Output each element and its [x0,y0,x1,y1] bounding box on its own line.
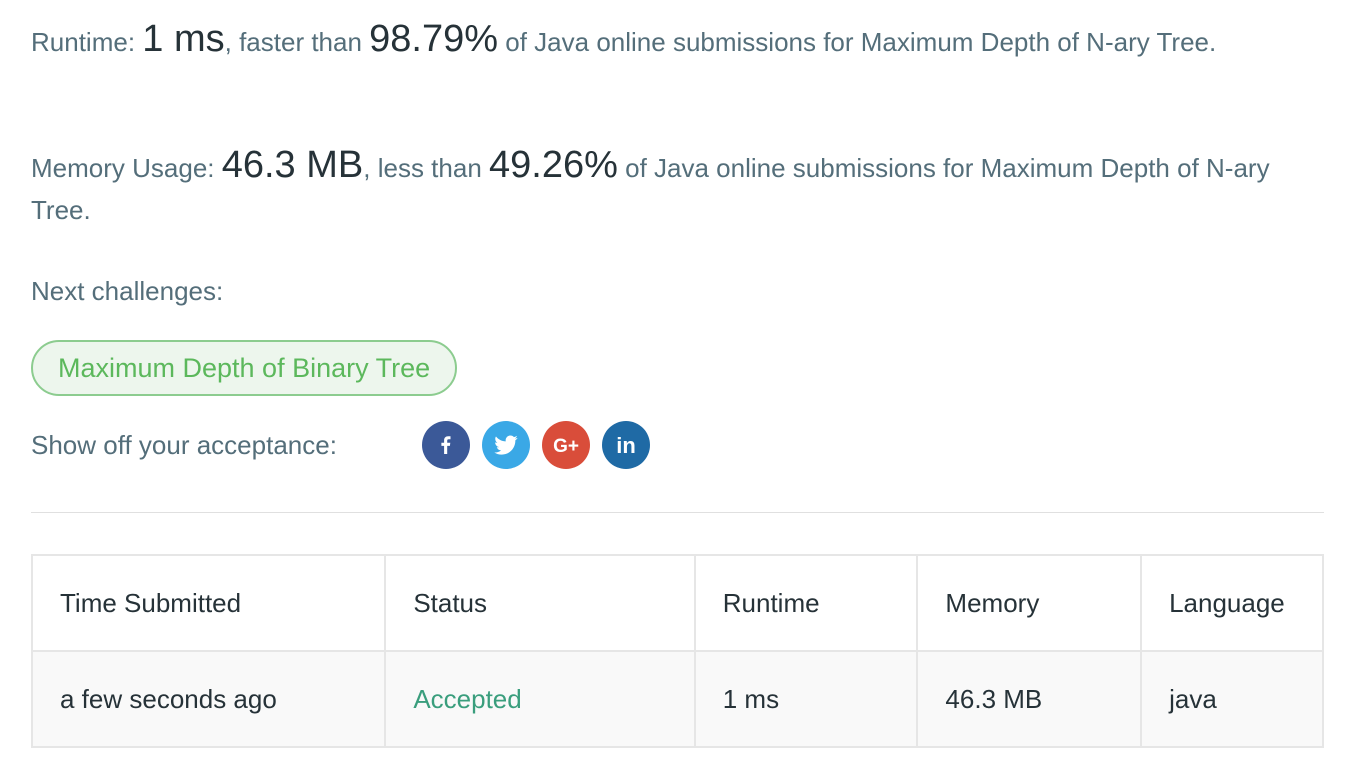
header-status: Status [384,554,696,652]
linkedin-share-button[interactable]: in [602,421,650,469]
runtime-tail-text: of Java online submissions for Maximum D… [498,27,1217,57]
google-plus-share-button[interactable]: G+ [542,421,590,469]
memory-summary: Memory Usage: 46.3 MB, less than 49.26% … [31,144,1324,231]
twitter-icon [494,435,518,455]
facebook-share-button[interactable] [422,421,470,469]
header-language: Language [1140,554,1324,652]
runtime-label: Runtime: [31,27,143,57]
challenge-link-maximum-depth-binary-tree[interactable]: Maximum Depth of Binary Tree [31,340,458,396]
table-row: a few seconds ago Accepted 1 ms 46.3 MB … [30,650,1324,748]
memory-label: Memory Usage: [31,153,222,183]
linkedin-icon: in [616,433,636,457]
memory-value: 46.3 MB [221,144,364,186]
runtime-percentile: 98.79% [369,18,499,60]
cell-status: Accepted [384,650,696,748]
runtime-mid-text: , faster than [224,27,370,57]
header-time-submitted: Time Submitted [30,554,387,652]
section-divider [31,512,1324,513]
header-runtime: Runtime [693,554,919,652]
twitter-share-button[interactable] [482,421,530,469]
runtime-summary: Runtime: 1 ms, faster than 98.79% of Jav… [31,18,1324,63]
cell-time-submitted: a few seconds ago [30,650,387,748]
next-challenges-label: Next challenges: [31,276,224,306]
cell-runtime: 1 ms [693,650,919,748]
memory-percentile: 49.26% [489,144,618,186]
submissions-table: Time Submitted Status Runtime Memory Lan… [30,554,1324,748]
memory-mid-text: , less than [363,153,489,183]
linkedin-glyph: in [616,433,636,457]
runtime-value: 1 ms [142,18,225,60]
facebook-icon [441,436,451,454]
header-memory: Memory [916,554,1143,652]
cell-language: java [1140,650,1324,748]
share-label: Show off your acceptance: [31,430,337,460]
google-plus-glyph: G+ [553,436,579,457]
cell-memory: 46.3 MB [916,650,1143,748]
google-plus-icon: G+ [553,436,579,457]
table-header-row: Time Submitted Status Runtime Memory Lan… [30,554,1324,652]
status-link[interactable]: Accepted [413,684,521,714]
